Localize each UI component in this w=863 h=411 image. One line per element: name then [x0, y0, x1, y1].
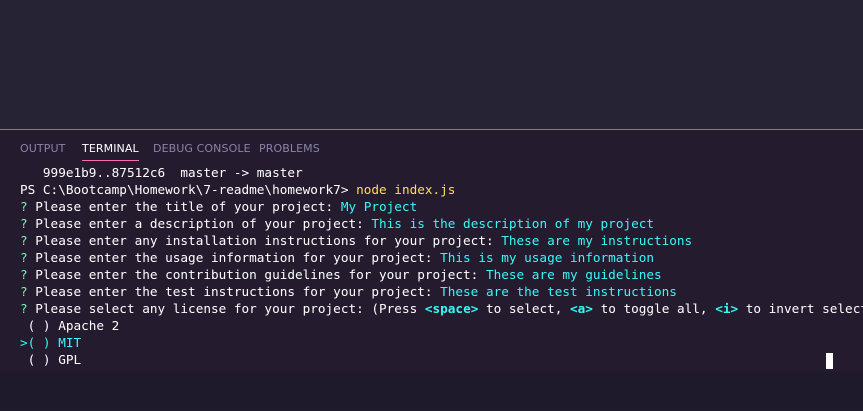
terminal-cursor [826, 353, 833, 369]
license-question-line: ? Please select any license for your pro… [20, 300, 863, 317]
question-text: Please enter the usage information for y… [35, 250, 433, 265]
option-pointer [20, 352, 28, 367]
terminal-output[interactable]: 999e1b9..87512c6 master -> master PS C:\… [0, 162, 863, 370]
answer-text: My Project [340, 199, 418, 214]
option-label: Apache 2 [58, 318, 120, 333]
tab-problems[interactable]: PROBLEMS [259, 142, 320, 155]
bottom-strip [0, 372, 863, 410]
question-text: Please enter the test instructions for y… [35, 284, 433, 299]
question-mark: ? [20, 216, 28, 231]
panel-tabs: OUTPUT TERMINAL DEBUG CONSOLE PROBLEMS [0, 130, 863, 162]
answer-text: These are my guidelines [485, 267, 662, 282]
question-line: ? Please enter a description of your pro… [20, 215, 654, 232]
option-checkbox[interactable]: ( ) [28, 352, 51, 367]
key-i: <i> [715, 301, 739, 316]
git-push-line: 999e1b9..87512c6 master -> master [20, 165, 303, 180]
editor-area [0, 0, 863, 129]
answer-text: These are the test instructions [440, 284, 677, 299]
option-pointer [20, 318, 28, 333]
tab-terminal[interactable]: TERMINAL [82, 142, 139, 161]
license-option-apache[interactable]: ( ) Apache 2 [20, 317, 120, 334]
license-option-mit[interactable]: >( ) MIT [20, 334, 81, 351]
answer-text: These are my instructions [501, 233, 693, 248]
question-line: ? Please enter the usage information for… [20, 249, 654, 266]
question-line: ? Please enter any installation instruct… [20, 232, 692, 249]
option-label: GPL [58, 352, 82, 367]
command-line: PS C:\Bootcamp\Homework\7-readme\homewor… [20, 181, 455, 198]
license-option-gpl[interactable]: ( ) GPL [20, 351, 81, 368]
question-text: Please select any license for your proje… [35, 301, 364, 316]
question-line: ? Please enter the title of your project… [20, 198, 417, 215]
option-checkbox[interactable]: ( ) [28, 318, 51, 333]
option-label: MIT [58, 335, 82, 350]
question-line: ? Please enter the test instructions for… [20, 283, 677, 300]
hint-text: to toggle all, [600, 301, 708, 316]
question-text: Please enter the contribution guidelines… [35, 267, 479, 282]
tab-output[interactable]: OUTPUT [20, 142, 65, 155]
tab-debug-console[interactable]: DEBUG CONSOLE [153, 142, 251, 155]
hint-text: (Press [371, 301, 418, 316]
question-mark: ? [20, 284, 28, 299]
question-line: ? Please enter the contribution guidelin… [20, 266, 662, 283]
question-mark: ? [20, 301, 28, 316]
answer-text: This is my usage information [440, 250, 655, 265]
command-text: node index.js [356, 182, 456, 197]
shell-prompt: PS C:\Bootcamp\Homework\7-readme\homewor… [20, 182, 349, 197]
key-space: <space> [424, 301, 479, 316]
question-text: Please enter the title of your project: [35, 199, 334, 214]
option-pointer: > [20, 335, 28, 350]
question-mark: ? [20, 267, 28, 282]
question-text: Please enter a description of your proje… [35, 216, 364, 231]
terminal-panel: OUTPUT TERMINAL DEBUG CONSOLE PROBLEMS 9… [0, 129, 863, 411]
question-mark: ? [20, 250, 28, 265]
question-mark: ? [20, 199, 28, 214]
hint-text: to invert selection) [745, 301, 863, 316]
key-a: <a> [570, 301, 593, 316]
answer-text: This is the description of my project [371, 216, 655, 231]
question-text: Please enter any installation instructio… [35, 233, 494, 248]
question-mark: ? [20, 233, 28, 248]
hint-text: to select, [486, 301, 563, 316]
option-checkbox[interactable]: ( ) [28, 335, 51, 350]
